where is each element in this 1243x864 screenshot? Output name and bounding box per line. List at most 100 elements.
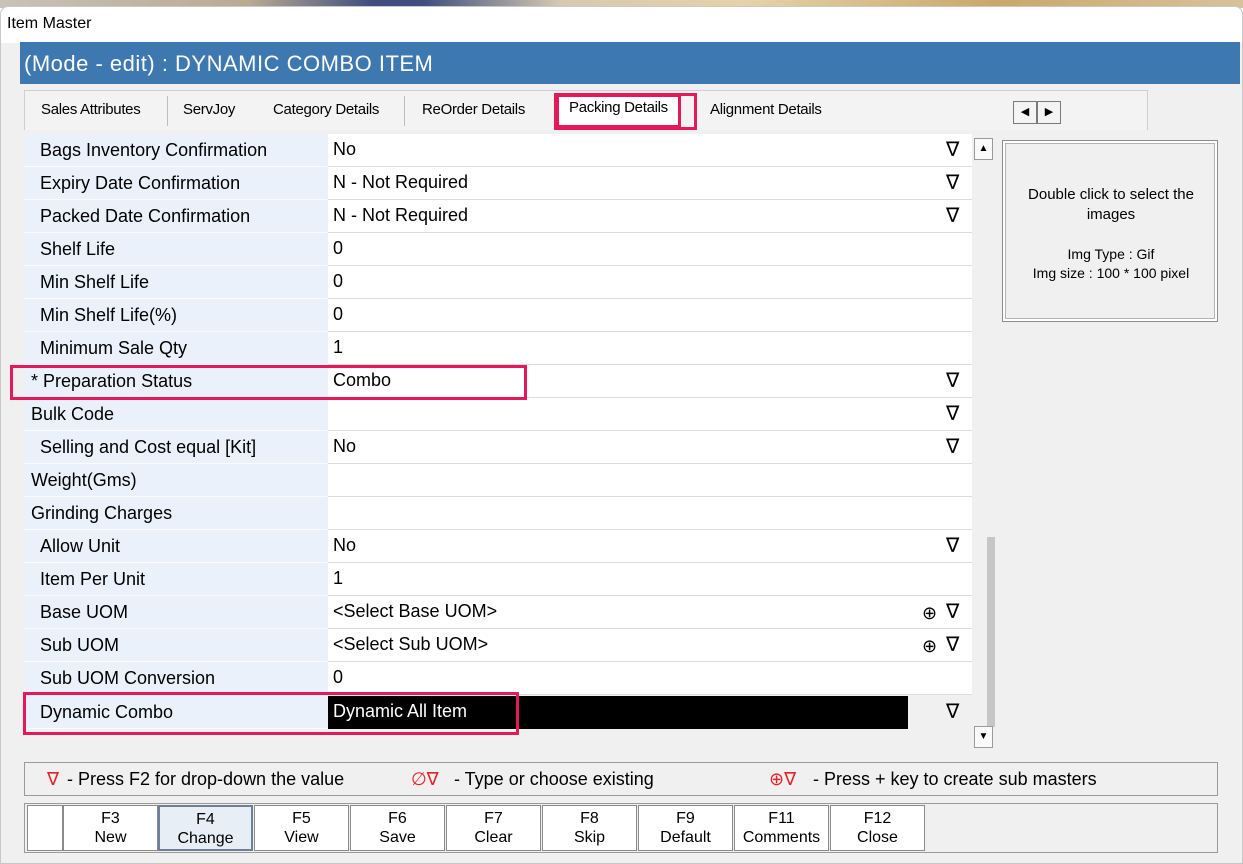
property-row-selected[interactable]: Dynamic Combo Dynamic All Item ∇ [24, 696, 972, 729]
property-value[interactable]: N - Not Required [328, 167, 972, 200]
create-sub-master-icon[interactable]: ⊕ [922, 603, 937, 623]
fkey-code: F3 [101, 810, 120, 827]
property-label: Allow Unit [24, 530, 327, 563]
dropdown-icon[interactable]: ∇ [946, 173, 959, 193]
property-value[interactable]: No [328, 134, 972, 167]
f11-comments-button[interactable]: F11 Comments [734, 805, 829, 851]
property-value[interactable]: <Select Base UOM> [328, 596, 972, 629]
tab-prev-arrow-icon[interactable]: ◀ [1013, 101, 1037, 124]
property-label: Min Shelf Life(%) [24, 299, 327, 332]
function-key-bar: F3 New F4 Change F5 View F6 Save F7 Clea… [24, 803, 1218, 853]
image-panel-hint: Double click to select the images [1028, 186, 1194, 223]
fkey-label: New [94, 829, 127, 846]
f7-clear-button[interactable]: F7 Clear [446, 805, 541, 851]
f3-new-button[interactable]: F3 New [63, 805, 158, 851]
fkey-label: Clear [474, 829, 513, 846]
image-type-text: Img Type : Gif [1067, 246, 1155, 262]
create-sub-master-icon[interactable]: ⊕ [922, 636, 937, 656]
property-value[interactable]: 0 [328, 266, 972, 299]
property-value[interactable] [328, 398, 972, 431]
property-row[interactable]: Sub UOM <Select Sub UOM> ⊕ ∇ [24, 629, 972, 662]
property-row[interactable]: Sub UOM Conversion 0 [24, 662, 972, 695]
tab-category-details[interactable]: Category Details [273, 97, 379, 125]
property-row[interactable]: Bags Inventory Confirmation No ∇ [24, 134, 972, 167]
dropdown-icon[interactable]: ∇ [946, 602, 959, 622]
property-label: Grinding Charges [24, 497, 327, 530]
property-label: Sub UOM Conversion [24, 662, 327, 695]
property-label: Min Shelf Life [24, 266, 327, 299]
dropdown-icon[interactable]: ∇ [946, 404, 959, 424]
property-value[interactable] [328, 497, 972, 530]
mode-title: (Mode - edit) : DYNAMIC COMBO ITEM [24, 51, 434, 76]
tab-separator [404, 96, 405, 126]
tab-packing-details[interactable]: Packing Details [556, 94, 681, 128]
grid-scrollbar[interactable]: ▲ ▼ [973, 134, 995, 752]
property-label: Minimum Sale Qty [24, 332, 327, 365]
dropdown-icon[interactable]: ∇ [946, 702, 959, 722]
tab-separator [167, 96, 168, 126]
property-row[interactable]: Packed Date Confirmation N - Not Require… [24, 200, 972, 233]
dropdown-icon[interactable]: ∇ [946, 437, 959, 457]
property-value[interactable]: 0 [328, 662, 972, 695]
property-label: Selling and Cost equal [Kit] [24, 431, 327, 464]
property-row[interactable]: Bulk Code ∇ [24, 398, 972, 431]
dropdown-icon[interactable]: ∇ [946, 371, 959, 391]
image-drop-panel[interactable]: Double click to select the images Img Ty… [1002, 140, 1218, 322]
fkey-code: F6 [388, 810, 407, 827]
property-value[interactable]: 0 [328, 233, 972, 266]
fkey-label: Skip [573, 829, 606, 846]
tab-next-arrow-icon[interactable]: ▶ [1037, 101, 1061, 124]
property-value[interactable]: No [328, 431, 972, 464]
property-row[interactable]: Allow Unit No ∇ [24, 530, 972, 563]
f4-change-button[interactable]: F4 Change [158, 805, 253, 851]
property-row[interactable]: Shelf Life 0 [24, 233, 972, 266]
mode-header: (Mode - edit) : DYNAMIC COMBO ITEM [20, 42, 1240, 84]
property-value[interactable]: No [328, 530, 972, 563]
property-row[interactable]: Base UOM <Select Base UOM> ⊕ ∇ [24, 596, 972, 629]
property-label: Sub UOM [24, 629, 327, 662]
tab-servjoy[interactable]: ServJoy [183, 97, 235, 125]
property-value[interactable]: N - Not Required [328, 200, 972, 233]
f8-skip-button[interactable]: F8 Skip [542, 805, 637, 851]
tab-alignment-details[interactable]: Alignment Details [710, 97, 822, 125]
legend-bar: ∇ - Press F2 for drop-down the value ∅∇ … [24, 762, 1218, 796]
property-value[interactable]: 1 [328, 332, 972, 365]
property-value[interactable]: 0 [328, 299, 972, 332]
tab-sales-attributes[interactable]: Sales Attributes [41, 97, 141, 125]
property-row[interactable]: Grinding Charges [24, 497, 972, 530]
scroll-thumb[interactable] [987, 537, 995, 727]
blank-key[interactable] [27, 805, 63, 851]
f6-save-button[interactable]: F6 Save [350, 805, 445, 851]
property-row[interactable]: Min Shelf Life 0 [24, 266, 972, 299]
property-value[interactable]: Combo [328, 365, 972, 398]
property-label: Expiry Date Confirmation [24, 167, 327, 200]
window-titlebar: Item Master [1, 7, 1242, 43]
property-label: Packed Date Confirmation [24, 200, 327, 233]
property-row[interactable]: Min Shelf Life(%) 0 [24, 299, 972, 332]
property-value-selected[interactable]: Dynamic All Item [328, 696, 908, 729]
dropdown-icon[interactable]: ∇ [946, 140, 959, 160]
fkey-code: F11 [768, 810, 795, 827]
property-row[interactable]: Selling and Cost equal [Kit] No ∇ [24, 431, 972, 464]
fkey-code: F7 [484, 810, 503, 827]
fkey-label: View [284, 829, 319, 846]
dropdown-icon[interactable]: ∇ [946, 536, 959, 556]
property-value[interactable]: 1 [328, 563, 972, 596]
dropdown-icon[interactable]: ∇ [946, 206, 959, 226]
f9-default-button[interactable]: F9 Default [638, 805, 733, 851]
scroll-down-arrow-icon[interactable]: ▼ [974, 726, 993, 748]
f5-view-button[interactable]: F5 View [254, 805, 349, 851]
property-row[interactable]: Expiry Date Confirmation N - Not Require… [24, 167, 972, 200]
property-row[interactable]: * Preparation Status Combo ∇ [24, 365, 972, 398]
dropdown-icon[interactable]: ∇ [946, 635, 959, 655]
f12-close-button[interactable]: F12 Close [830, 805, 925, 851]
property-label: Item Per Unit [24, 563, 327, 596]
property-value[interactable]: <Select Sub UOM> [328, 629, 972, 662]
property-row[interactable]: Weight(Gms) [24, 464, 972, 497]
property-row[interactable]: Minimum Sale Qty 1 [24, 332, 972, 365]
tab-reorder-details[interactable]: ReOrder Details [422, 97, 525, 125]
property-value[interactable] [328, 464, 972, 497]
property-row[interactable]: Item Per Unit 1 [24, 563, 972, 596]
fkey-code: F5 [292, 810, 311, 827]
scroll-up-arrow-icon[interactable]: ▲ [974, 138, 993, 160]
